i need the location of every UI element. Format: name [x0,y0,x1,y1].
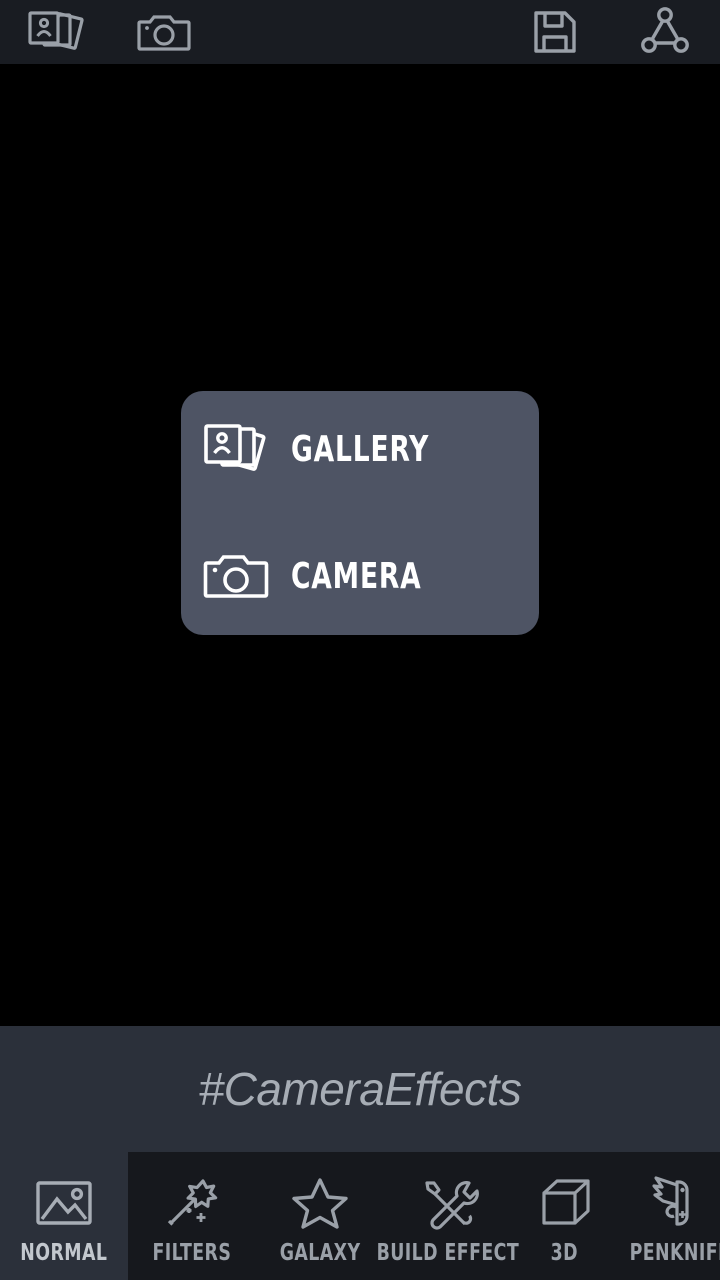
nav-item-normal-label: NORMAL [20,1240,108,1266]
bottom-effect-nav: NORMAL FILTERS GALAXY BUILD EFFECT 3D PE… [0,1152,720,1280]
nav-item-normal[interactable]: NORMAL [0,1152,128,1280]
star-outline-icon [289,1172,351,1234]
dialog-option-gallery[interactable]: GALLERY [181,409,539,489]
topbar-gallery-button[interactable] [0,0,110,64]
watermark-band: #CameraEffects [0,1026,720,1152]
dialog-option-gallery-label: GALLERY [291,428,430,470]
topbar-camera-button[interactable] [110,0,220,64]
topbar-share-button[interactable] [610,0,720,64]
nav-item-filters[interactable]: FILTERS [128,1152,256,1280]
nav-item-galaxy-label: GALAXY [279,1240,361,1266]
gallery-stack-icon [25,10,85,54]
dialog-option-camera[interactable]: CAMERA [181,536,539,616]
floppy-disk-save-icon [531,8,579,56]
nav-item-build-effect-label: BUILD EFFECT [376,1240,520,1266]
app-root: GALLERY CAMERA #CameraEffects NORMAL FIL… [0,0,720,1280]
image-picture-icon [33,1172,95,1234]
tools-cross-icon [417,1172,479,1234]
nav-item-filters-label: FILTERS [152,1240,232,1266]
nav-item-3d-label: 3D [550,1240,578,1266]
camera-icon [136,10,194,54]
topbar-save-button[interactable] [500,0,610,64]
share-nodes-icon [639,7,691,57]
cube-icon [535,1172,593,1234]
nav-item-build-effect[interactable]: BUILD EFFECT [377,1152,519,1280]
watermark-text: #CameraEffects [198,1063,522,1115]
image-source-dialog: GALLERY CAMERA [181,391,539,635]
gallery-stack-icon [181,409,291,489]
nav-item-3d[interactable]: 3D [512,1152,616,1280]
penknife-icon [649,1172,711,1234]
top-toolbar [0,0,720,64]
dialog-option-camera-label: CAMERA [291,555,422,597]
camera-icon [181,536,291,616]
nav-item-galaxy[interactable]: GALAXY [256,1152,384,1280]
nav-item-penknife-label: PENKNIFE [629,1240,720,1266]
magic-wand-icon [161,1172,223,1234]
nav-item-penknife[interactable]: PENKNIFE [616,1152,720,1280]
